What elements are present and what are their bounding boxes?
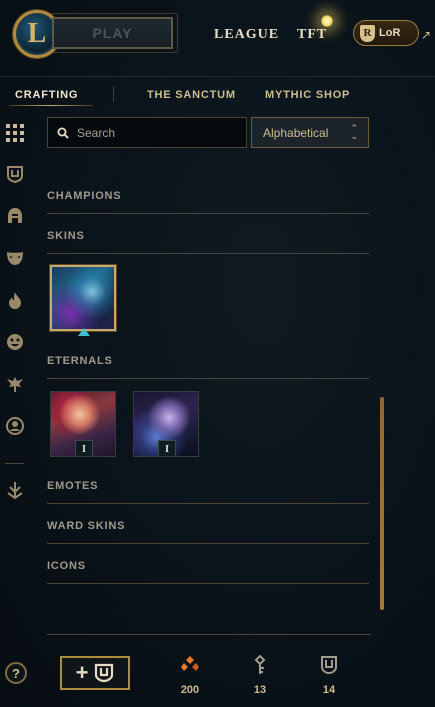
tab-the-sanctum[interactable]: THE SANCTUM	[147, 89, 236, 101]
section-ward-skins[interactable]: WARD SKINS	[47, 520, 369, 544]
section-title: EMOTES	[47, 480, 99, 492]
lor-label: LoR	[379, 27, 401, 39]
eternal-tile[interactable]: I	[133, 391, 199, 457]
sort-dropdown[interactable]: Alphabetical ⌃ ⌄	[251, 117, 369, 148]
chest-icon	[95, 663, 114, 683]
tier-badge: I	[75, 440, 93, 456]
profile-icon[interactable]	[5, 416, 25, 436]
search-field[interactable]	[47, 117, 247, 148]
add-chest-button[interactable]: +	[60, 656, 130, 690]
section-title: ICONS	[47, 560, 86, 572]
tab-active-underline	[9, 105, 93, 106]
currency-value: 200	[180, 684, 200, 696]
skin-shard-tile[interactable]	[50, 265, 116, 331]
section-skins[interactable]: SKINS	[47, 230, 369, 254]
crafting-window: L PLAY LEAGUE TFT R LoR ↗ CRAFTING THE S…	[0, 0, 435, 707]
bottom-divider	[47, 634, 371, 635]
section-title: ETERNALS	[47, 355, 113, 367]
plus-icon: +	[75, 660, 89, 685]
lor-shield-icon: R	[360, 24, 375, 42]
subnav-separator	[113, 86, 114, 102]
top-bar: L PLAY LEAGUE TFT R LoR ↗	[0, 0, 435, 68]
selected-indicator-icon	[78, 328, 90, 336]
chest-icon[interactable]	[5, 164, 25, 184]
currency-value: 13	[253, 684, 267, 696]
tier-badge: I	[158, 440, 176, 456]
section-title: WARD SKINS	[47, 520, 126, 532]
search-input[interactable]	[77, 125, 237, 140]
currency-keys: 13	[240, 654, 280, 696]
play-button[interactable]: PLAY	[52, 17, 173, 49]
eternal-tile[interactable]: I	[50, 391, 116, 457]
lor-button[interactable]: R LoR	[353, 20, 419, 46]
ward-icon[interactable]	[5, 374, 25, 394]
mask-icon[interactable]	[5, 248, 25, 268]
rail-divider	[5, 463, 24, 464]
sort-selected-value: Alphabetical	[263, 125, 329, 140]
notification-glow-icon	[320, 14, 334, 28]
chevron-updown-icon: ⌃ ⌄	[350, 123, 358, 141]
currency-orange-essence: 200	[170, 654, 210, 696]
grid-icon[interactable]	[5, 123, 25, 143]
tab-crafting[interactable]: CRAFTING	[15, 89, 78, 101]
currency-value: 14	[322, 684, 336, 696]
section-title: SKINS	[47, 230, 85, 242]
nav-league[interactable]: LEAGUE	[214, 27, 279, 43]
section-eternals[interactable]: ETERNALS	[47, 355, 369, 379]
rune-icon[interactable]	[5, 480, 25, 500]
chest-icon	[309, 654, 349, 676]
help-button[interactable]: ?	[5, 662, 27, 684]
section-icons[interactable]: ICONS	[47, 560, 369, 584]
external-link-icon[interactable]: ↗	[421, 28, 431, 42]
section-champions[interactable]: CHAMPIONS	[47, 190, 369, 214]
currency-chests: 14	[309, 654, 349, 696]
flame-icon[interactable]	[5, 290, 25, 310]
tab-mythic-shop[interactable]: MYTHIC SHOP	[265, 89, 350, 101]
emote-face-icon[interactable]	[5, 332, 25, 352]
subnav-top-divider	[0, 76, 435, 77]
nav-tft[interactable]: TFT	[297, 27, 327, 43]
section-emotes[interactable]: EMOTES	[47, 480, 369, 504]
search-icon	[57, 127, 69, 139]
skin-art-image	[52, 267, 114, 329]
helmet-icon[interactable]	[5, 206, 25, 226]
section-title: CHAMPIONS	[47, 190, 122, 202]
orange-essence-icon	[170, 654, 210, 676]
scrollbar-thumb[interactable]	[380, 397, 384, 610]
key-icon	[240, 654, 280, 676]
